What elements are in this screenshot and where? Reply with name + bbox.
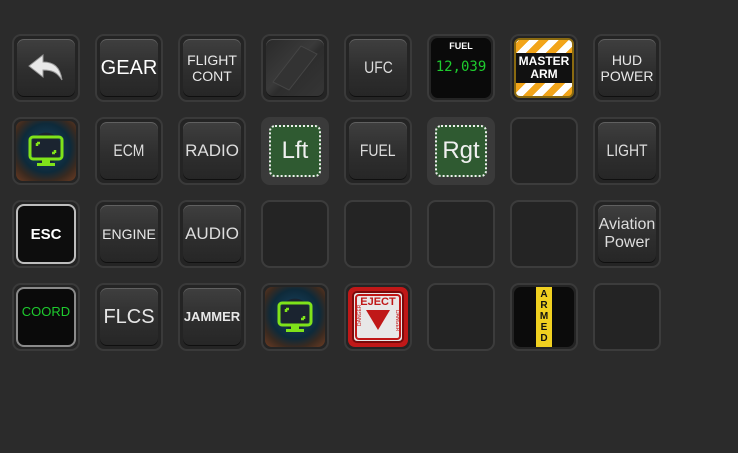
ufc-key[interactable]: UFC: [344, 34, 412, 102]
flight-cont-key[interactable]: FLIGHT CONT: [178, 34, 246, 102]
screen-key-1[interactable]: [12, 117, 80, 185]
esc-key[interactable]: ESC: [12, 200, 80, 268]
armed-face: ARMED: [514, 287, 574, 347]
esc-label: ESC: [30, 225, 62, 243]
audio-label: AUDIO: [185, 224, 239, 244]
engine-label: ENGINE: [102, 225, 156, 242]
aviation-power-key[interactable]: Aviation Power: [593, 200, 661, 268]
back-key-face: [17, 39, 75, 97]
empty-key[interactable]: [427, 200, 495, 268]
gear-key[interactable]: GEAR: [95, 34, 163, 102]
fuel-display-face: FUEL 12,039: [431, 38, 491, 98]
ecm-label: ECM: [113, 141, 145, 161]
hazard-stripe-icon: MASTER ARM: [514, 38, 574, 98]
audio-key[interactable]: AUDIO: [178, 200, 246, 268]
back-key[interactable]: [12, 34, 80, 102]
empty-key[interactable]: [593, 283, 661, 351]
armed-stripe: ARMED: [536, 287, 552, 347]
empty-key[interactable]: [510, 200, 578, 268]
engine-key[interactable]: ENGINE: [95, 200, 163, 268]
rgt-label: Rgt: [442, 137, 480, 164]
fuel-display-value: 12,039: [435, 59, 487, 75]
back-arrow-icon: [28, 53, 63, 81]
ecm-key[interactable]: ECM: [95, 117, 163, 185]
gear-label: GEAR: [100, 56, 158, 79]
hud-power-label: HUD POWER: [600, 51, 654, 84]
empty-key[interactable]: [261, 200, 329, 268]
empty-key[interactable]: [510, 117, 578, 185]
empty-key[interactable]: [344, 200, 412, 268]
empty-key[interactable]: [427, 283, 495, 351]
coord-face: COORD: [16, 287, 76, 347]
jammer-label: JAMMER: [183, 308, 241, 324]
eject-title: EJECT: [360, 296, 396, 308]
hud-power-key[interactable]: HUD POWER: [593, 34, 661, 102]
eject-handle-icon: EJECT DANGER DANGER: [352, 291, 404, 343]
light-key[interactable]: LIGHT: [593, 117, 661, 185]
screen-key-2[interactable]: [261, 283, 329, 351]
blank-glass-icon: [266, 39, 324, 97]
fuel-display-key[interactable]: FUEL 12,039: [427, 34, 495, 102]
lft-key[interactable]: Lft: [261, 117, 329, 185]
radio-key[interactable]: RADIO: [178, 117, 246, 185]
flcs-label: FLCS: [103, 305, 155, 328]
rgt-face: Rgt: [435, 125, 487, 177]
jammer-key[interactable]: JAMMER: [178, 283, 246, 351]
armed-key[interactable]: ARMED: [510, 283, 578, 351]
master-arm-key[interactable]: MASTER ARM: [510, 34, 578, 102]
lft-label: Lft: [281, 137, 309, 164]
fuel-key[interactable]: FUEL: [344, 117, 412, 185]
radio-label: RADIO: [185, 141, 239, 161]
fuel-label: FUEL: [360, 141, 396, 161]
blank-glass-key[interactable]: [261, 34, 329, 102]
aviation-power-label: Aviation Power: [598, 215, 656, 251]
eject-warning-right: DANGER: [394, 310, 400, 332]
stream-deck-grid: GEAR FLIGHT CONT UFC FUEL 12,039 MASTER …: [12, 34, 661, 351]
flight-cont-label: FLIGHT CONT: [187, 51, 237, 84]
fuel-display-label: FUEL: [449, 41, 473, 51]
eject-warning-left: DANGER: [357, 304, 363, 326]
screen-face: [265, 287, 325, 347]
eject-face: EJECT DANGER DANGER: [348, 287, 408, 347]
glass-sheen-icon: [272, 45, 318, 91]
eject-key[interactable]: EJECT DANGER DANGER: [344, 283, 412, 351]
monitor-screen-icon: [277, 301, 313, 332]
ufc-label: UFC: [363, 58, 393, 78]
flcs-key[interactable]: FLCS: [95, 283, 163, 351]
coord-label: COORD: [21, 304, 71, 319]
master-arm-label: MASTER ARM: [515, 53, 573, 83]
light-label: LIGHT: [606, 141, 648, 161]
monitor-screen-icon: [28, 135, 64, 166]
coord-key[interactable]: COORD: [12, 283, 80, 351]
esc-face: ESC: [16, 204, 76, 264]
rgt-key[interactable]: Rgt: [427, 117, 495, 185]
screen-face: [16, 121, 76, 181]
lft-face: Lft: [269, 125, 321, 177]
